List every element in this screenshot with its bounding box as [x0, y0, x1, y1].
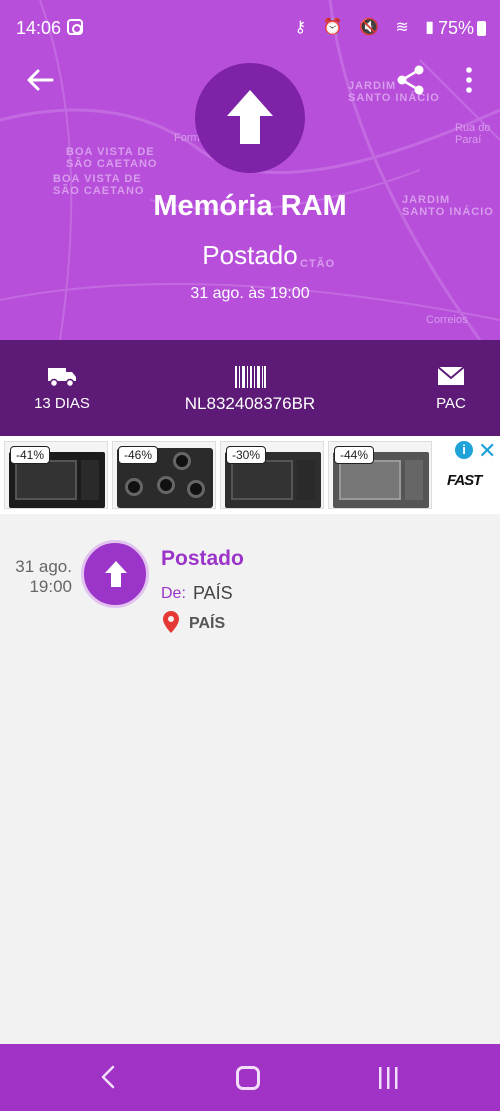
discount-badge: -30%	[226, 446, 267, 464]
nav-recent-apps-icon[interactable]	[376, 1066, 400, 1090]
package-title: Memória RAM	[153, 190, 347, 222]
up-arrow-icon	[105, 561, 127, 587]
up-arrow-icon	[227, 90, 273, 144]
location-pin-icon	[163, 611, 179, 633]
nav-home-icon[interactable]	[236, 1066, 260, 1090]
event-date-day: 31 ago.	[15, 557, 72, 576]
battery-icon	[477, 21, 486, 36]
service-label: PAC	[436, 395, 466, 412]
ad-logo: FAST	[447, 472, 482, 489]
event-location: PAÍS	[189, 615, 226, 632]
event-date: 31 ago. 19:00	[8, 557, 72, 597]
days-label: 13 DIAS	[34, 395, 90, 412]
status-icons: ⚷ ⏰ 🔇 ≋ ▮	[294, 19, 440, 36]
service-info: PAC	[416, 340, 486, 436]
tracking-code: NL832408376BR	[184, 394, 316, 413]
ad-banner[interactable]: -41% -46% -30% -44% i ✕ FAST	[0, 436, 500, 514]
header: JARDIM SANTO INÁCIO BOA VISTA DE SÃO CAETA…	[0, 0, 500, 340]
barcode-icon	[235, 366, 266, 388]
status-time: 14:06	[16, 18, 62, 38]
ad-info-icon[interactable]: i	[455, 441, 473, 459]
instagram-icon	[67, 19, 83, 35]
ad-product-card[interactable]: -30%	[220, 441, 324, 509]
status-date: 31 ago. às 19:00	[190, 285, 310, 302]
back-arrow-icon[interactable]	[24, 64, 56, 96]
share-icon[interactable]	[396, 64, 426, 96]
event-title: Postado	[161, 547, 244, 570]
system-nav-bar	[0, 1044, 500, 1111]
ad-product-card[interactable]: -41%	[4, 441, 108, 509]
envelope-icon	[437, 366, 465, 385]
ad-product-card[interactable]: -46%	[112, 441, 216, 509]
battery-level: 75%	[437, 18, 474, 38]
map-label: BOA VISTA DE SÃO CAETANO	[66, 146, 158, 170]
nav-back-icon[interactable]	[96, 1064, 122, 1090]
discount-badge: -44%	[334, 446, 375, 464]
ad-close-icon[interactable]: ✕	[478, 438, 496, 464]
map-label: Rua do Paraí	[455, 122, 491, 146]
package-status: Postado	[202, 240, 298, 270]
discount-badge: -41%	[10, 446, 51, 464]
map-label: JARDIM SANTO INÁCIO	[348, 80, 440, 104]
discount-badge: -46%	[118, 446, 159, 464]
tracking-code-info[interactable]: NL832408376BR	[150, 340, 350, 436]
more-options-icon[interactable]	[460, 66, 478, 94]
truck-icon	[48, 368, 76, 388]
status-bar: 14:06 ⚷ ⏰ 🔇 ≋ ▮ 75%	[0, 0, 500, 56]
event-status-circle	[81, 540, 149, 608]
status-circle	[195, 63, 305, 173]
event-from-value: PAÍS	[193, 583, 233, 603]
event-date-time: 19:00	[29, 577, 72, 596]
ad-product-card[interactable]: -44%	[328, 441, 432, 509]
info-band: 13 DIAS NL832408376BR PAC	[0, 340, 500, 436]
days-info: 13 DIAS	[20, 340, 104, 436]
map-label: Correios	[426, 314, 468, 326]
event-from-label: De:	[161, 585, 186, 602]
